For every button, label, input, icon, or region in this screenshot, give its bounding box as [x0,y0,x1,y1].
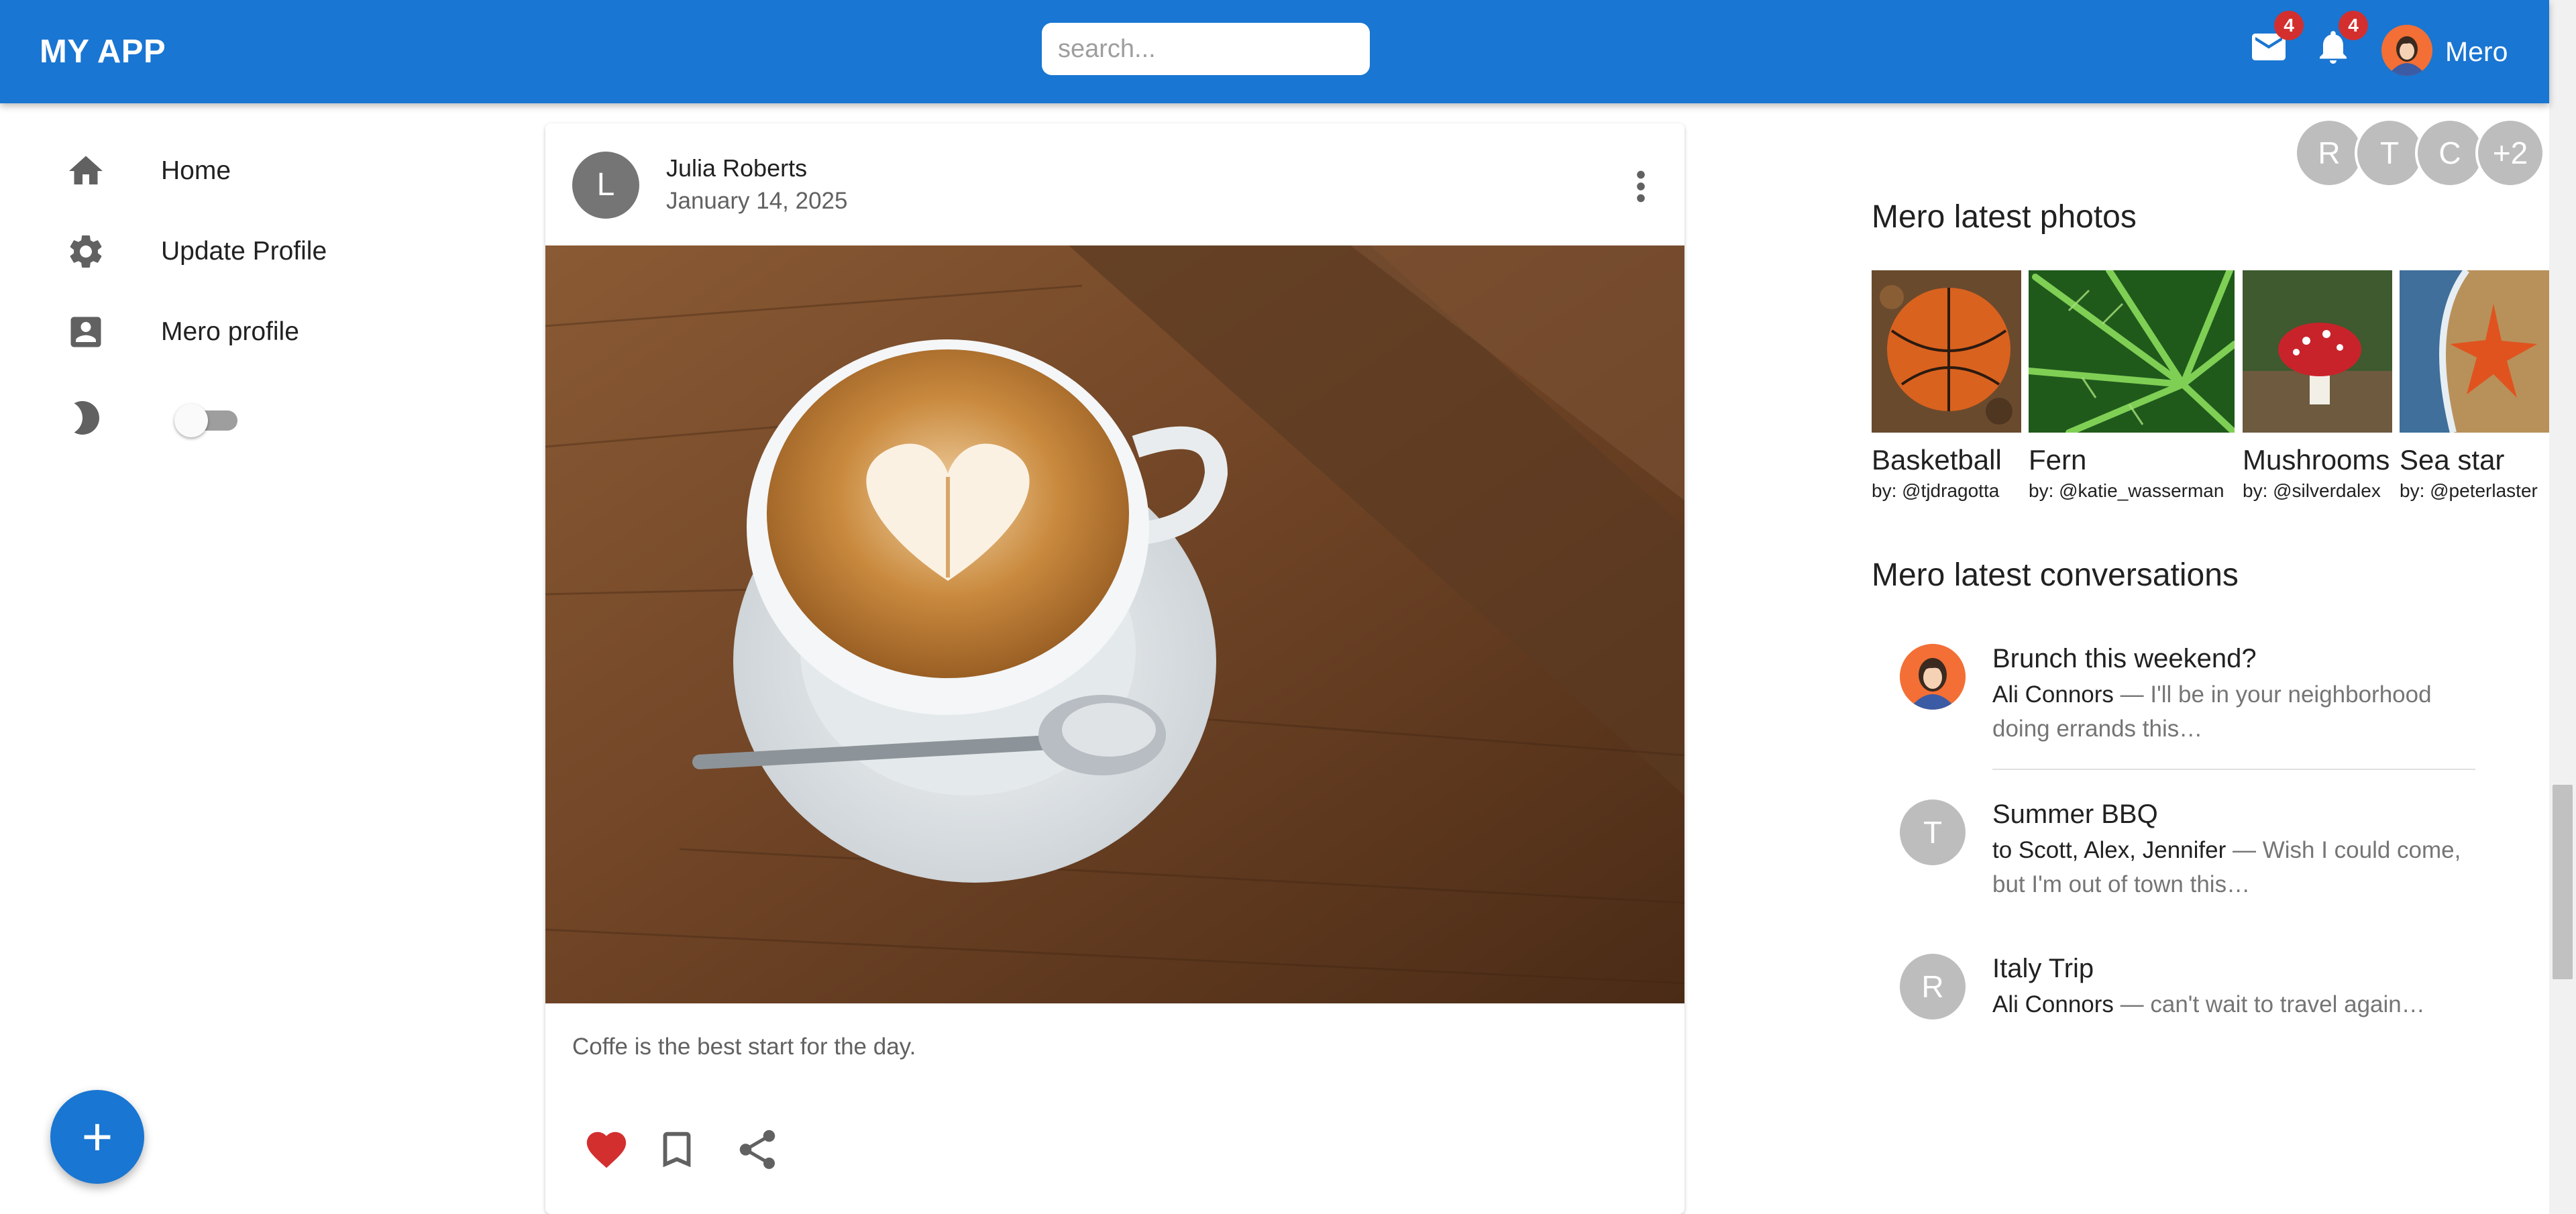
dark-mode-toggle[interactable] [174,402,239,437]
avatar-group-item[interactable]: T [2355,118,2424,188]
post-date: January 14, 2025 [666,188,848,214]
conversation-avatar: T [1900,799,1966,865]
like-button[interactable] [583,1126,630,1173]
avatar-group-item[interactable]: R [2294,118,2364,188]
notifications-button[interactable]: 4 [2313,11,2368,67]
account-box-icon [66,312,106,352]
post-image[interactable] [545,245,1684,1003]
conversation-item[interactable]: T Summer BBQ to Scott, Alex, Jennifer — … [1872,793,2516,907]
conversation-item[interactable]: Brunch this weekend? Ali Connors — I'll … [1872,637,2516,751]
photo-tile-fern[interactable] [2029,270,2235,433]
sidebar-item-update-profile[interactable]: Update Profile [0,218,523,285]
conversation-avatar [1900,644,1966,710]
mail-button[interactable]: 4 [2249,11,2304,67]
conversation-avatar: R [1900,954,1966,1019]
conversation-sender: to Scott, Alex, Jennifer [1992,837,2226,863]
heart-icon [586,1132,627,1168]
user-name[interactable]: Mero [2445,0,2508,103]
avatar-group-more[interactable]: +2 [2475,118,2545,188]
page-scrollbar[interactable] [2549,0,2576,1214]
bookmark-icon [663,1132,691,1168]
sidebar-item-home[interactable]: Home [0,137,523,205]
photo-tile-basketball[interactable] [1872,270,2021,433]
share-button[interactable] [734,1126,781,1173]
conversation-item[interactable]: R Italy Trip Ali Connors — can't wait to… [1872,947,2516,1034]
sidebar-item-label: Update Profile [161,237,327,266]
conversation-sender: Ali Connors [1992,681,2114,708]
conversation-divider [1992,769,2475,770]
photo-title: Mushrooms [2243,444,2390,476]
photo-author: by: @tjdragotta [1872,480,2000,501]
conversation-title: Brunch this weekend? [1992,644,2257,673]
user-avatar[interactable] [2381,25,2432,76]
photo-author: by: @peterlaster [2400,480,2538,501]
more-vert-icon [1637,170,1645,203]
app-title[interactable]: MY APP [40,0,166,103]
search-input[interactable] [1042,23,1370,75]
conversation-title: Italy Trip [1992,954,2094,983]
gear-icon [66,231,106,272]
photo-title: Fern [2029,444,2087,476]
photo-author: by: @silverdalex [2243,480,2381,501]
sidebar-item-mero-profile[interactable]: Mero profile [0,298,523,366]
moon-icon [66,398,106,438]
scrollbar-thumb[interactable] [2553,785,2573,979]
post-card: L Julia Roberts January 14, 2025 Coffe i… [545,123,1684,1214]
post-author-avatar[interactable]: L [572,152,639,219]
conversation-snippet: — can't wait to travel again… [2113,991,2425,1017]
photos-section-title: Mero latest photos [1872,199,2137,235]
post-caption: Coffe is the best start for the day. [572,1034,916,1060]
post-author[interactable]: Julia Roberts [666,154,807,182]
conversations-section-title: Mero latest conversations [1872,557,2239,593]
conversation-preview: Ali Connors — I'll be in your neighborho… [1992,677,2482,746]
conversation-preview: to Scott, Alex, Jennifer — Wish I could … [1992,833,2482,901]
bookmark-button[interactable] [653,1126,700,1173]
app-bar: MY APP 4 4 Mero [0,0,2549,103]
avatar-group-item[interactable]: C [2415,118,2485,188]
post-menu-button[interactable] [1617,160,1664,213]
photo-author: by: @katie_wasserman [2029,480,2224,501]
share-icon [739,1129,775,1169]
notifications-badge: 4 [2339,11,2368,40]
toggle-thumb [174,404,208,437]
photo-tile-sea-star[interactable] [2400,270,2549,433]
photo-tile-mushrooms[interactable] [2243,270,2392,433]
conversation-sender: Ali Connors [1992,991,2114,1017]
conversation-title: Summer BBQ [1992,799,2158,829]
add-button[interactable]: + [50,1090,144,1184]
photo-title: Basketball [1872,444,2002,476]
home-icon [66,151,106,191]
sidebar-item-label: Mero profile [161,317,299,346]
photo-title: Sea star [2400,444,2505,476]
sidebar-item-label: Home [161,156,231,185]
conversation-preview: Ali Connors — can't wait to travel again… [1992,987,2482,1022]
mail-badge: 4 [2274,11,2304,40]
